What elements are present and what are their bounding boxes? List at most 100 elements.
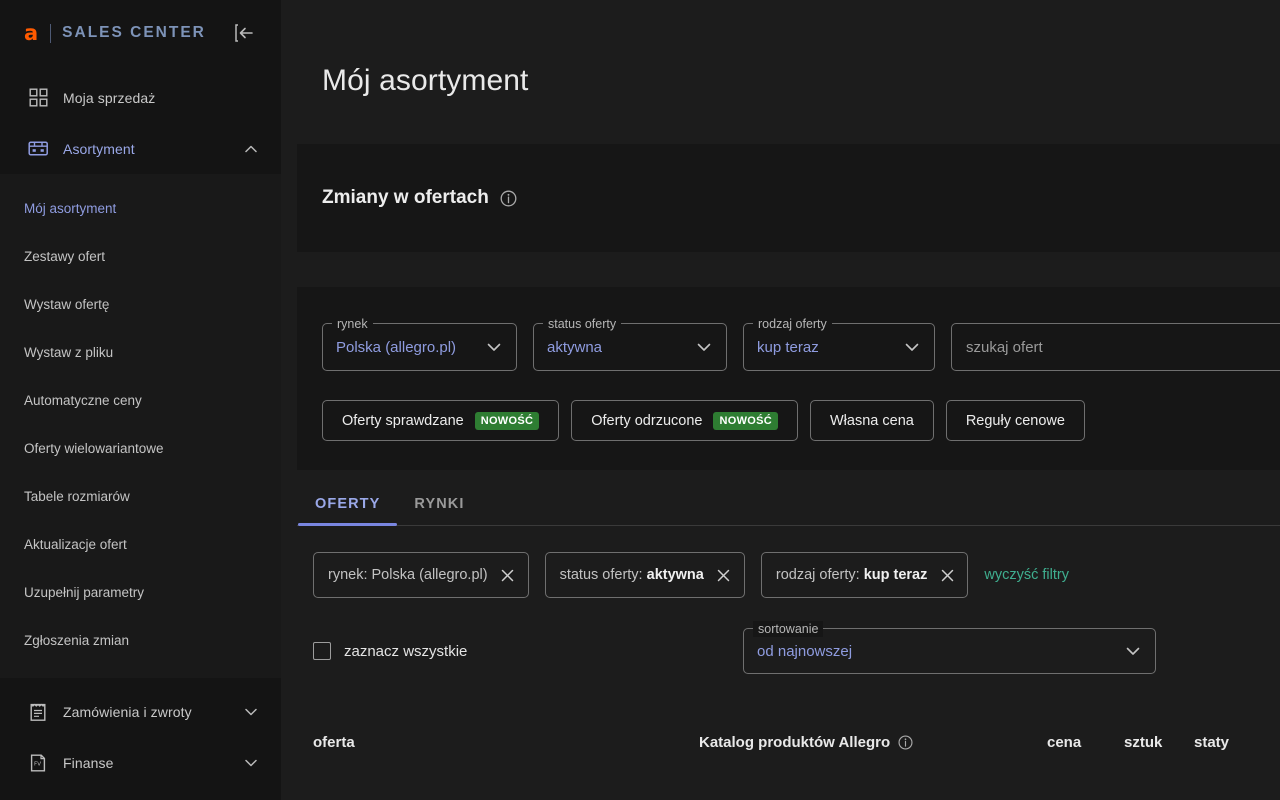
sidebar-item-label: Asortyment — [63, 141, 243, 157]
changes-card-title: Zmiany w ofertach — [322, 187, 489, 209]
filter-chip-prefix: rynek: — [328, 567, 372, 583]
brand-divider — [50, 24, 51, 43]
offers-section: OFERTY RYNKI rynek: Polska (allegro.pl) … — [297, 479, 1280, 751]
sidebar-item-aktualizacje-ofert[interactable]: Aktualizacje ofert — [0, 520, 281, 568]
sidebar-nav-top: Moja sprzedaż Asortyment — [0, 66, 281, 678]
filter-chip-value: kup teraz — [864, 567, 928, 583]
close-icon[interactable] — [940, 568, 954, 582]
filter-chip-rodzaj[interactable]: rodzaj oferty: kup teraz — [761, 552, 969, 598]
tab-rynki[interactable]: RYNKI — [397, 496, 481, 525]
search-offers-field[interactable] — [951, 323, 1280, 371]
info-icon[interactable] — [500, 190, 517, 207]
invoice-icon: FV — [27, 752, 49, 774]
sidebar-item-finanse[interactable]: FV Finanse — [0, 737, 281, 788]
chevron-down-icon[interactable] — [243, 755, 259, 771]
filter-chip-prefix: status oferty: — [560, 567, 647, 583]
main-content: Mój asortyment Zmiany w ofertach rynek — [281, 0, 1280, 800]
search-input[interactable] — [966, 339, 1280, 356]
sidebar-item-label: Zamówienia i zwroty — [63, 704, 243, 720]
offer-type-select-value: kup teraz — [757, 339, 892, 356]
button-label: Reguły cenowe — [966, 413, 1065, 429]
filter-chip-value: Polska (allegro.pl) — [372, 567, 488, 583]
brand-name: SALES CENTER — [62, 24, 206, 42]
checkbox-box[interactable] — [313, 642, 331, 660]
select-all-label: zaznacz wszystkie — [344, 643, 467, 660]
sidebar-item-oferty-wielowariantowe[interactable]: Oferty wielowariantowe — [0, 424, 281, 472]
tab-oferty[interactable]: OFERTY — [298, 496, 397, 525]
box-icon — [27, 138, 49, 160]
chevron-down-icon[interactable] — [1123, 641, 1143, 661]
sidebar-item-moj-asortyment[interactable]: Mój asortyment — [0, 184, 281, 232]
offer-type-select[interactable]: rodzaj oferty kup teraz — [743, 323, 935, 371]
quick-filter-buttons: Oferty sprawdzane NOWOŚĆ Oferty odrzucon… — [322, 400, 1280, 441]
tabs: OFERTY RYNKI — [297, 479, 1280, 526]
svg-text:FV: FV — [34, 761, 41, 767]
app-root: a SALES CENTER — [0, 0, 1280, 800]
info-icon[interactable] — [898, 735, 913, 750]
column-header-katalog: Katalog produktów Allegro — [699, 734, 1047, 751]
button-label: Własna cena — [830, 413, 914, 429]
wlasna-cena-button[interactable]: Własna cena — [810, 400, 934, 441]
grid-icon — [27, 87, 49, 109]
filter-row: rynek Polska (allegro.pl) status oferty … — [322, 323, 1280, 371]
sidebar-item-wystaw-z-pliku[interactable]: Wystaw z pliku — [0, 328, 281, 376]
brand-logo[interactable]: a SALES CENTER — [24, 23, 229, 44]
chevron-down-icon[interactable] — [243, 704, 259, 720]
sort-select-value: od najnowszej — [757, 643, 1113, 660]
filter-chip-text: rodzaj oferty: kup teraz — [776, 567, 928, 583]
sidebar-item-zgloszenia-zmian[interactable]: Zgłoszenia zmian — [0, 616, 281, 664]
new-badge: NOWOŚĆ — [713, 412, 778, 430]
sidebar-item-wystaw-oferte[interactable]: Wystaw ofertę — [0, 280, 281, 328]
close-icon[interactable] — [501, 568, 515, 582]
button-label: Oferty sprawdzane — [342, 413, 464, 429]
oferty-sprawdzane-button[interactable]: Oferty sprawdzane NOWOŚĆ — [322, 400, 559, 441]
chevron-down-icon[interactable] — [484, 337, 504, 357]
sidebar-header: a SALES CENTER — [0, 0, 281, 66]
sidebar-item-zamowienia-i-zwroty[interactable]: Zamówienia i zwroty — [0, 686, 281, 737]
sidebar-nav-bottom: Zamówienia i zwroty FV Finanse — [0, 678, 281, 800]
market-select-value: Polska (allegro.pl) — [336, 339, 474, 356]
column-header-oferta: oferta — [313, 734, 699, 751]
offer-status-select-legend: status oferty — [543, 316, 621, 332]
sidebar-item-zestawy-ofert[interactable]: Zestawy ofert — [0, 232, 281, 280]
sidebar-subnav-asortyment: Mój asortyment Zestawy ofert Wystaw ofer… — [0, 174, 281, 678]
sort-select[interactable]: sortowanie od najnowszej — [743, 628, 1156, 674]
oferty-odrzucone-button[interactable]: Oferty odrzucone NOWOŚĆ — [571, 400, 798, 441]
column-header-status: staty — [1194, 734, 1254, 751]
page-title: Mój asortyment — [281, 0, 1280, 98]
list-controls-row: zaznacz wszystkie sortowanie od najnowsz… — [297, 628, 1280, 674]
button-label: Oferty odrzucone — [591, 413, 702, 429]
filters-card: rynek Polska (allegro.pl) status oferty … — [297, 287, 1280, 470]
clear-filters-link[interactable]: wyczyść filtry — [984, 567, 1069, 583]
sidebar: a SALES CENTER — [0, 0, 281, 800]
close-icon[interactable] — [717, 568, 731, 582]
filter-chip-text: status oferty: aktywna — [560, 567, 704, 583]
market-select[interactable]: rynek Polska (allegro.pl) — [322, 323, 517, 371]
sort-select-legend: sortowanie — [753, 621, 823, 637]
offer-type-select-legend: rodzaj oferty — [753, 316, 832, 332]
sidebar-item-tabele-rozmiarow[interactable]: Tabele rozmiarów — [0, 472, 281, 520]
sidebar-item-moja-sprzedaz[interactable]: Moja sprzedaż — [0, 72, 281, 123]
column-header-sztuk: sztuk — [1124, 734, 1194, 751]
sidebar-item-asortyment[interactable]: Asortyment — [0, 123, 281, 174]
offer-status-select-value: aktywna — [547, 339, 684, 356]
collapse-sidebar-icon[interactable] — [229, 18, 259, 48]
offer-status-select[interactable]: status oferty aktywna — [533, 323, 727, 371]
sidebar-item-automatyczne-ceny[interactable]: Automatyczne ceny — [0, 376, 281, 424]
changes-card-title-wrap: Zmiany w ofertach — [322, 187, 517, 209]
sidebar-item-uzupelnij-parametry[interactable]: Uzupełnij parametry — [0, 568, 281, 616]
reguly-cenowe-button[interactable]: Reguły cenowe — [946, 400, 1085, 441]
market-select-legend: rynek — [332, 316, 373, 332]
filter-chip-prefix: rodzaj oferty: — [776, 567, 864, 583]
filter-chip-value: aktywna — [647, 567, 704, 583]
changes-card: Zmiany w ofertach — [297, 144, 1280, 252]
sidebar-item-reklama-i-promowanie[interactable]: Reklama i promowanie — [0, 788, 281, 800]
select-all-checkbox[interactable]: zaznacz wszystkie — [313, 642, 743, 660]
filter-chip-status[interactable]: status oferty: aktywna — [545, 552, 745, 598]
sidebar-item-label: Moja sprzedaż — [63, 90, 259, 106]
chevron-up-icon[interactable] — [243, 141, 259, 157]
chevron-down-icon[interactable] — [902, 337, 922, 357]
filter-chip-rynek[interactable]: rynek: Polska (allegro.pl) — [313, 552, 529, 598]
offers-table-header: oferta Katalog produktów Allegro cena sz… — [297, 734, 1280, 751]
chevron-down-icon[interactable] — [694, 337, 714, 357]
